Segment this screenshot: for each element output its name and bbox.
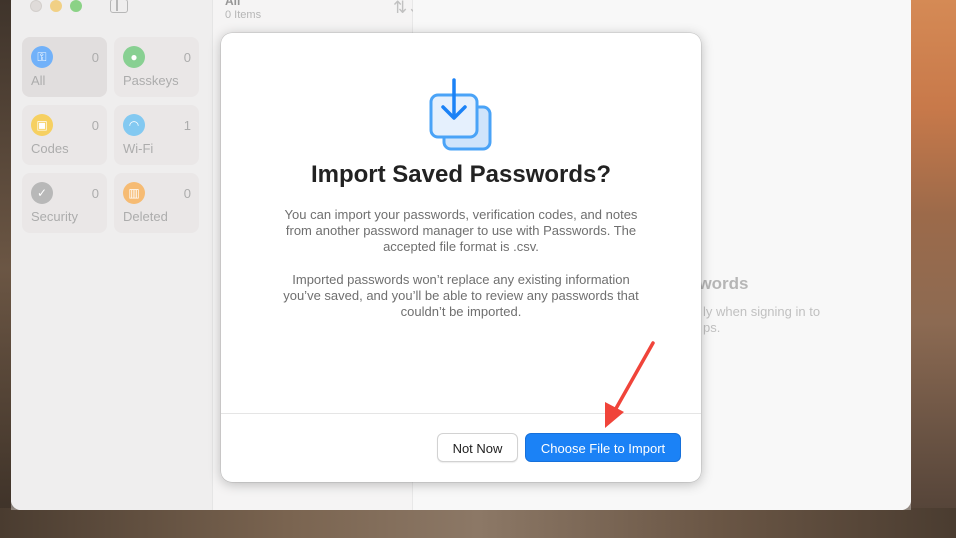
dialog-divider (221, 413, 701, 414)
dialog-note: Imported passwords won’t replace any exi… (283, 272, 639, 319)
dialog-title: Import Saved Passwords? (310, 161, 612, 188)
dialog-description: You can import your passwords, verificat… (284, 207, 638, 254)
import-icon (429, 78, 492, 151)
not-now-button[interactable]: Not Now (437, 433, 518, 462)
import-passwords-dialog: Import Saved Passwords? You can import y… (221, 33, 701, 482)
choose-file-button[interactable]: Choose File to Import (525, 433, 681, 462)
desktop-wallpaper-right (905, 0, 956, 538)
desktop-wallpaper-bottom (0, 508, 956, 538)
